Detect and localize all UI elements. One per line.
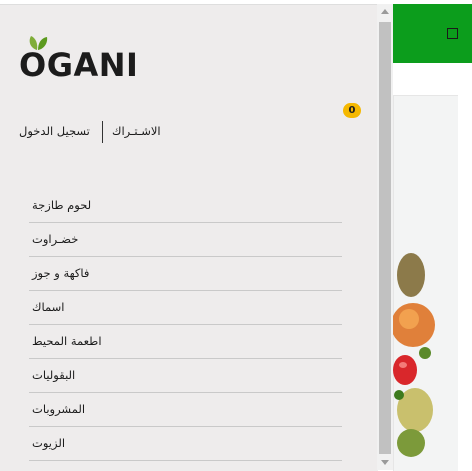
cart-count-badge: 0 — [343, 103, 361, 118]
menu-item-vegetables[interactable]: خضـراوت — [29, 223, 342, 257]
login-link[interactable]: تسجيل الدخول — [19, 124, 90, 138]
menu-item-fresh-meat[interactable]: لحوم طازجة — [29, 189, 342, 223]
menu-item-oils[interactable]: الزيوت — [29, 427, 342, 461]
scrollbar-thumb[interactable] — [379, 22, 391, 454]
menu-item-drinks[interactable]: المشروبات — [29, 393, 342, 427]
auth-divider — [102, 121, 103, 143]
menu-item-ocean-food[interactable]: اطعمة المحيط — [29, 325, 342, 359]
menu-item-fruits-nuts[interactable]: فاكهة و جوز — [29, 257, 342, 291]
menu-item-legumes[interactable]: البقوليات — [29, 359, 342, 393]
register-link[interactable]: الاشـتـراك — [112, 124, 161, 138]
category-menu: لحوم طازجة خضـراوت فاكهة و جوز اسماك اطع… — [29, 189, 342, 461]
square-menu-icon[interactable] — [447, 28, 458, 39]
hero-food-image — [393, 253, 435, 457]
scroll-down-arrow-icon[interactable] — [381, 460, 389, 465]
drawer-scrollbar[interactable] — [377, 4, 393, 470]
scroll-up-arrow-icon[interactable] — [381, 9, 389, 14]
logo[interactable]: OGANI — [19, 35, 139, 85]
humberger-menu-drawer: OGANI 0 الاشـتـراك تسجيل الدخول لحوم طاز… — [0, 4, 378, 471]
menu-item-fish[interactable]: اسماك — [29, 291, 342, 325]
header-bar — [393, 4, 472, 63]
logo-text: OGANI — [19, 46, 139, 84]
